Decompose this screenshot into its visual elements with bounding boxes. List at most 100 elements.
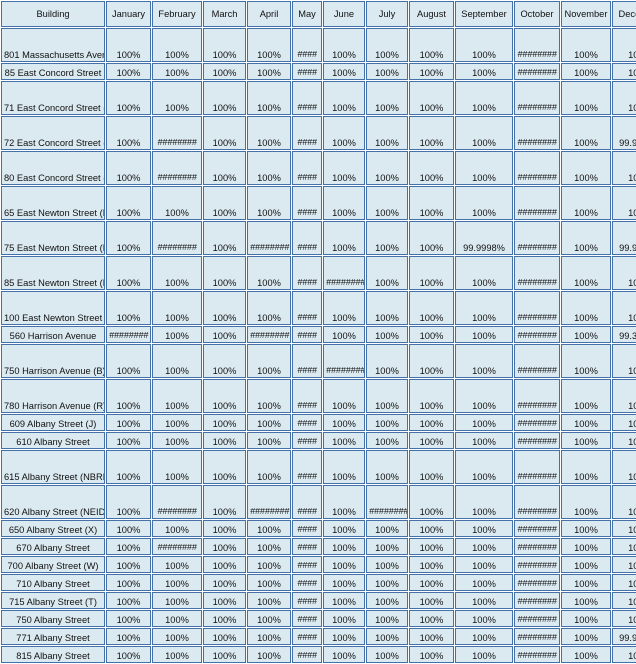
uptime-cell-june[interactable]: 100%	[323, 151, 365, 185]
uptime-cell-october[interactable]: ########	[514, 414, 560, 431]
uptime-cell-february[interactable]: 100%	[152, 28, 202, 62]
uptime-cell-august[interactable]: 100%	[409, 291, 454, 325]
uptime-cell-june[interactable]: 100%	[323, 610, 365, 627]
uptime-cell-august[interactable]: 100%	[409, 256, 454, 290]
uptime-cell-october[interactable]: ########	[514, 628, 560, 645]
uptime-cell-july[interactable]: 100%	[366, 256, 408, 290]
uptime-cell-march[interactable]: 100%	[203, 556, 246, 573]
uptime-cell-july[interactable]: 100%	[366, 291, 408, 325]
uptime-cell-july[interactable]: 100%	[366, 592, 408, 609]
column-header-january[interactable]: January	[106, 1, 151, 27]
uptime-cell-july[interactable]: ########	[366, 485, 408, 519]
uptime-cell-august[interactable]: 100%	[409, 221, 454, 255]
uptime-cell-september[interactable]: 100%	[455, 256, 513, 290]
uptime-cell-august[interactable]: 100%	[409, 610, 454, 627]
uptime-cell-march[interactable]: 100%	[203, 432, 246, 449]
uptime-cell-september[interactable]: 100%	[455, 151, 513, 185]
uptime-cell-march[interactable]: 100%	[203, 221, 246, 255]
uptime-cell-june[interactable]: 100%	[323, 379, 365, 413]
uptime-cell-may[interactable]: ####	[292, 28, 322, 62]
uptime-cell-january[interactable]: 100%	[106, 81, 151, 115]
uptime-cell-october[interactable]: ########	[514, 116, 560, 150]
uptime-cell-july[interactable]: 100%	[366, 520, 408, 537]
uptime-cell-july[interactable]: 100%	[366, 186, 408, 220]
uptime-cell-january[interactable]: 100%	[106, 63, 151, 80]
uptime-cell-march[interactable]: 100%	[203, 326, 246, 343]
uptime-cell-may[interactable]: ####	[292, 646, 322, 663]
uptime-cell-july[interactable]: 100%	[366, 432, 408, 449]
building-name-cell[interactable]: 710 Albany Street	[1, 574, 105, 591]
uptime-cell-may[interactable]: ####	[292, 574, 322, 591]
uptime-cell-december[interactable]: 100%	[612, 414, 636, 431]
uptime-cell-august[interactable]: 100%	[409, 28, 454, 62]
uptime-cell-november[interactable]: 100%	[561, 256, 611, 290]
uptime-cell-december[interactable]: 100%	[612, 574, 636, 591]
uptime-cell-july[interactable]: 100%	[366, 81, 408, 115]
uptime-cell-january[interactable]: 100%	[106, 574, 151, 591]
uptime-cell-may[interactable]: ####	[292, 326, 322, 343]
building-name-cell[interactable]: 700 Albany Street (W)	[1, 556, 105, 573]
uptime-cell-july[interactable]: 100%	[366, 538, 408, 555]
uptime-cell-june[interactable]: 100%	[323, 538, 365, 555]
uptime-cell-december[interactable]: 100%	[612, 186, 636, 220]
uptime-cell-september[interactable]: 100%	[455, 610, 513, 627]
uptime-cell-may[interactable]: ####	[292, 628, 322, 645]
uptime-cell-march[interactable]: 100%	[203, 81, 246, 115]
uptime-cell-september[interactable]: 100%	[455, 28, 513, 62]
uptime-cell-may[interactable]: ####	[292, 610, 322, 627]
uptime-cell-may[interactable]: ####	[292, 432, 322, 449]
uptime-cell-april[interactable]: ########	[247, 485, 291, 519]
uptime-cell-june[interactable]: 100%	[323, 414, 365, 431]
uptime-cell-february[interactable]: 100%	[152, 592, 202, 609]
column-header-april[interactable]: April	[247, 1, 291, 27]
uptime-cell-june[interactable]: 100%	[323, 520, 365, 537]
uptime-cell-july[interactable]: 100%	[366, 116, 408, 150]
uptime-cell-april[interactable]: 100%	[247, 556, 291, 573]
uptime-cell-august[interactable]: 100%	[409, 646, 454, 663]
uptime-cell-january[interactable]: 100%	[106, 291, 151, 325]
building-name-cell[interactable]: 85 East Newton Street (M)	[1, 256, 105, 290]
uptime-cell-april[interactable]: 100%	[247, 291, 291, 325]
uptime-cell-october[interactable]: ########	[514, 520, 560, 537]
uptime-cell-january[interactable]: 100%	[106, 485, 151, 519]
uptime-cell-may[interactable]: ####	[292, 379, 322, 413]
uptime-cell-november[interactable]: 100%	[561, 432, 611, 449]
uptime-cell-february[interactable]: 100%	[152, 574, 202, 591]
uptime-cell-june[interactable]: ########	[323, 344, 365, 378]
uptime-cell-september[interactable]: 100%	[455, 81, 513, 115]
uptime-cell-january[interactable]: 100%	[106, 610, 151, 627]
uptime-cell-february[interactable]: 100%	[152, 186, 202, 220]
uptime-cell-august[interactable]: 100%	[409, 344, 454, 378]
uptime-cell-june[interactable]: 100%	[323, 628, 365, 645]
uptime-cell-december[interactable]: 100%	[612, 556, 636, 573]
uptime-cell-december[interactable]: 100%	[612, 63, 636, 80]
uptime-cell-march[interactable]: 100%	[203, 646, 246, 663]
uptime-cell-february[interactable]: 100%	[152, 256, 202, 290]
uptime-cell-july[interactable]: 100%	[366, 414, 408, 431]
uptime-cell-march[interactable]: 100%	[203, 574, 246, 591]
column-header-november[interactable]: November	[561, 1, 611, 27]
uptime-cell-march[interactable]: 100%	[203, 520, 246, 537]
building-name-cell[interactable]: 815 Albany Street	[1, 646, 105, 663]
uptime-cell-march[interactable]: 100%	[203, 538, 246, 555]
uptime-cell-november[interactable]: 100%	[561, 151, 611, 185]
uptime-cell-january[interactable]: 100%	[106, 592, 151, 609]
uptime-cell-october[interactable]: ########	[514, 81, 560, 115]
uptime-cell-april[interactable]: 100%	[247, 646, 291, 663]
uptime-cell-november[interactable]: 100%	[561, 450, 611, 484]
uptime-cell-march[interactable]: 100%	[203, 485, 246, 519]
uptime-cell-july[interactable]: 100%	[366, 646, 408, 663]
uptime-cell-december[interactable]: 100%	[612, 344, 636, 378]
uptime-cell-april[interactable]: 100%	[247, 628, 291, 645]
uptime-cell-february[interactable]: 100%	[152, 291, 202, 325]
uptime-cell-april[interactable]: 100%	[247, 63, 291, 80]
uptime-cell-may[interactable]: ####	[292, 520, 322, 537]
uptime-cell-november[interactable]: 100%	[561, 556, 611, 573]
column-header-february[interactable]: February	[152, 1, 202, 27]
uptime-cell-february[interactable]: 100%	[152, 81, 202, 115]
uptime-cell-april[interactable]: 100%	[247, 116, 291, 150]
uptime-cell-september[interactable]: 100%	[455, 432, 513, 449]
uptime-cell-september[interactable]: 100%	[455, 326, 513, 343]
uptime-cell-april[interactable]: 100%	[247, 574, 291, 591]
uptime-cell-march[interactable]: 100%	[203, 610, 246, 627]
